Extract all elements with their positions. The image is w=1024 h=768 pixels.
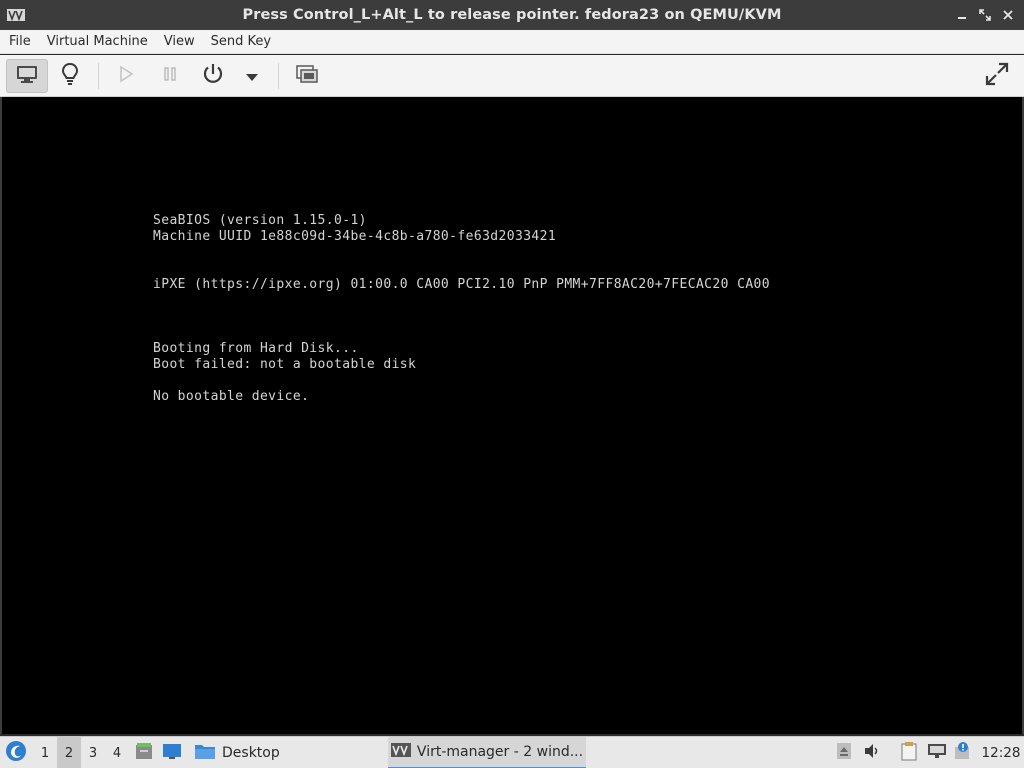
menu-view[interactable]: View — [156, 30, 203, 54]
workspace-4[interactable]: 4 — [105, 737, 129, 768]
network-tray-button[interactable] — [926, 737, 948, 768]
start-menu-button[interactable] — [2, 737, 30, 768]
network-icon — [927, 743, 947, 763]
fullscreen-button[interactable] — [980, 59, 1014, 93]
maximize-icon[interactable] — [977, 7, 993, 23]
toolbar — [0, 55, 1024, 97]
vm-console-display[interactable]: SeaBIOS (version 1.15.0-1) Machine UUID … — [2, 97, 1022, 734]
close-icon[interactable] — [1000, 7, 1016, 23]
task-virt-manager[interactable]: Virt-manager - 2 wind... — [388, 737, 586, 768]
task-desktop-label: Desktop — [222, 745, 280, 761]
eject-tray-button[interactable] — [834, 737, 854, 768]
menu-virtual-machine[interactable]: Virtual Machine — [39, 30, 156, 54]
window-titlebar[interactable]: Press Control_L+Alt_L to release pointer… — [0, 0, 1024, 30]
run-button[interactable] — [112, 59, 140, 93]
machine-uuid-line: Machine UUID 1e88c09d-34be-4c8b-a780-fe6… — [153, 229, 557, 244]
bios-version-line: SeaBIOS (version 1.15.0-1) — [153, 213, 367, 228]
virt-manager-icon — [390, 743, 411, 761]
menu-send-key[interactable]: Send Key — [203, 30, 279, 54]
pause-icon — [162, 65, 178, 87]
task-virt-manager-label: Virt-manager - 2 wind... — [416, 744, 584, 760]
volume-icon — [863, 743, 881, 763]
no-bootable-device-line: No bootable device. — [153, 389, 310, 404]
console-view-button[interactable] — [6, 59, 48, 93]
dropdown-arrow-icon — [246, 67, 258, 86]
workspace-1[interactable]: 1 — [33, 737, 57, 768]
update-tray-button[interactable] — [952, 737, 972, 768]
menu-file[interactable]: File — [0, 30, 39, 54]
volume-tray-button[interactable] — [862, 737, 882, 768]
boot-failed-line: Boot failed: not a bootable disk — [153, 357, 417, 372]
clipboard-tray-button[interactable] — [898, 737, 920, 768]
taskbar: 1 2 3 4 Desktop Virt-manager - 2 wind...… — [0, 736, 1024, 768]
details-view-button[interactable] — [54, 59, 86, 93]
minimize-icon[interactable] — [954, 7, 970, 23]
file-manager-launcher[interactable] — [132, 737, 156, 768]
pause-button[interactable] — [156, 59, 184, 93]
snapshots-button[interactable] — [292, 59, 322, 93]
lxqt-menu-icon — [5, 740, 27, 766]
clock[interactable]: 12:28 — [978, 737, 1024, 768]
fullscreen-icon — [984, 61, 1010, 91]
monitor-icon — [15, 64, 39, 88]
file-manager-icon — [134, 741, 154, 765]
booting-line: Booting from Hard Disk... — [153, 341, 359, 356]
lightbulb-icon — [60, 62, 80, 90]
eject-icon — [836, 742, 852, 764]
update-icon — [954, 742, 970, 764]
task-desktop[interactable]: Desktop — [192, 737, 282, 768]
virt-manager-icon — [6, 7, 26, 23]
menu-bar: File Virtual Machine View Send Key — [0, 30, 1024, 54]
show-desktop-icon — [162, 742, 182, 764]
workspace-2[interactable]: 2 — [57, 737, 81, 768]
window-title: Press Control_L+Alt_L to release pointer… — [242, 7, 782, 23]
power-icon — [201, 62, 225, 90]
ipxe-line: iPXE (https://ipxe.org) 01:00.0 CA00 PCI… — [153, 277, 770, 292]
shutdown-button[interactable] — [198, 59, 228, 93]
folder-icon — [194, 742, 216, 764]
clipboard-icon — [900, 741, 918, 765]
show-desktop-button[interactable] — [160, 737, 184, 768]
snapshots-icon — [295, 63, 319, 89]
workspace-3[interactable]: 3 — [81, 737, 105, 768]
shutdown-menu-button[interactable] — [240, 59, 264, 93]
play-icon — [118, 65, 134, 87]
